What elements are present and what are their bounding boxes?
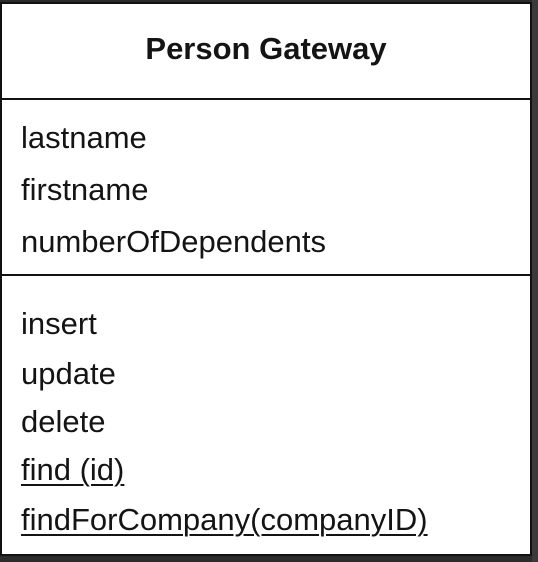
attribute-number-of-dependents: numberOfDependents [21, 224, 327, 259]
operation-insert: insert [21, 306, 97, 341]
image-border [532, 0, 538, 562]
operation-find-static: find (id) [21, 452, 125, 487]
operation-delete: delete [21, 404, 106, 439]
class-name-compartment: Person Gateway [2, 4, 530, 100]
attribute-firstname: firstname [21, 172, 149, 207]
attributes-compartment: lastname firstname numberOfDependents [2, 100, 530, 276]
diagram-canvas: Person Gateway lastname firstname number… [0, 0, 538, 562]
attribute-lastname: lastname [21, 120, 147, 155]
class-name: Person Gateway [145, 31, 387, 66]
operation-update: update [21, 356, 116, 391]
uml-class-box: Person Gateway lastname firstname number… [0, 2, 532, 556]
operations-compartment: insert update delete find (id) findForCo… [2, 276, 530, 554]
operation-find-for-company-static: findForCompany(companyID) [21, 502, 428, 537]
